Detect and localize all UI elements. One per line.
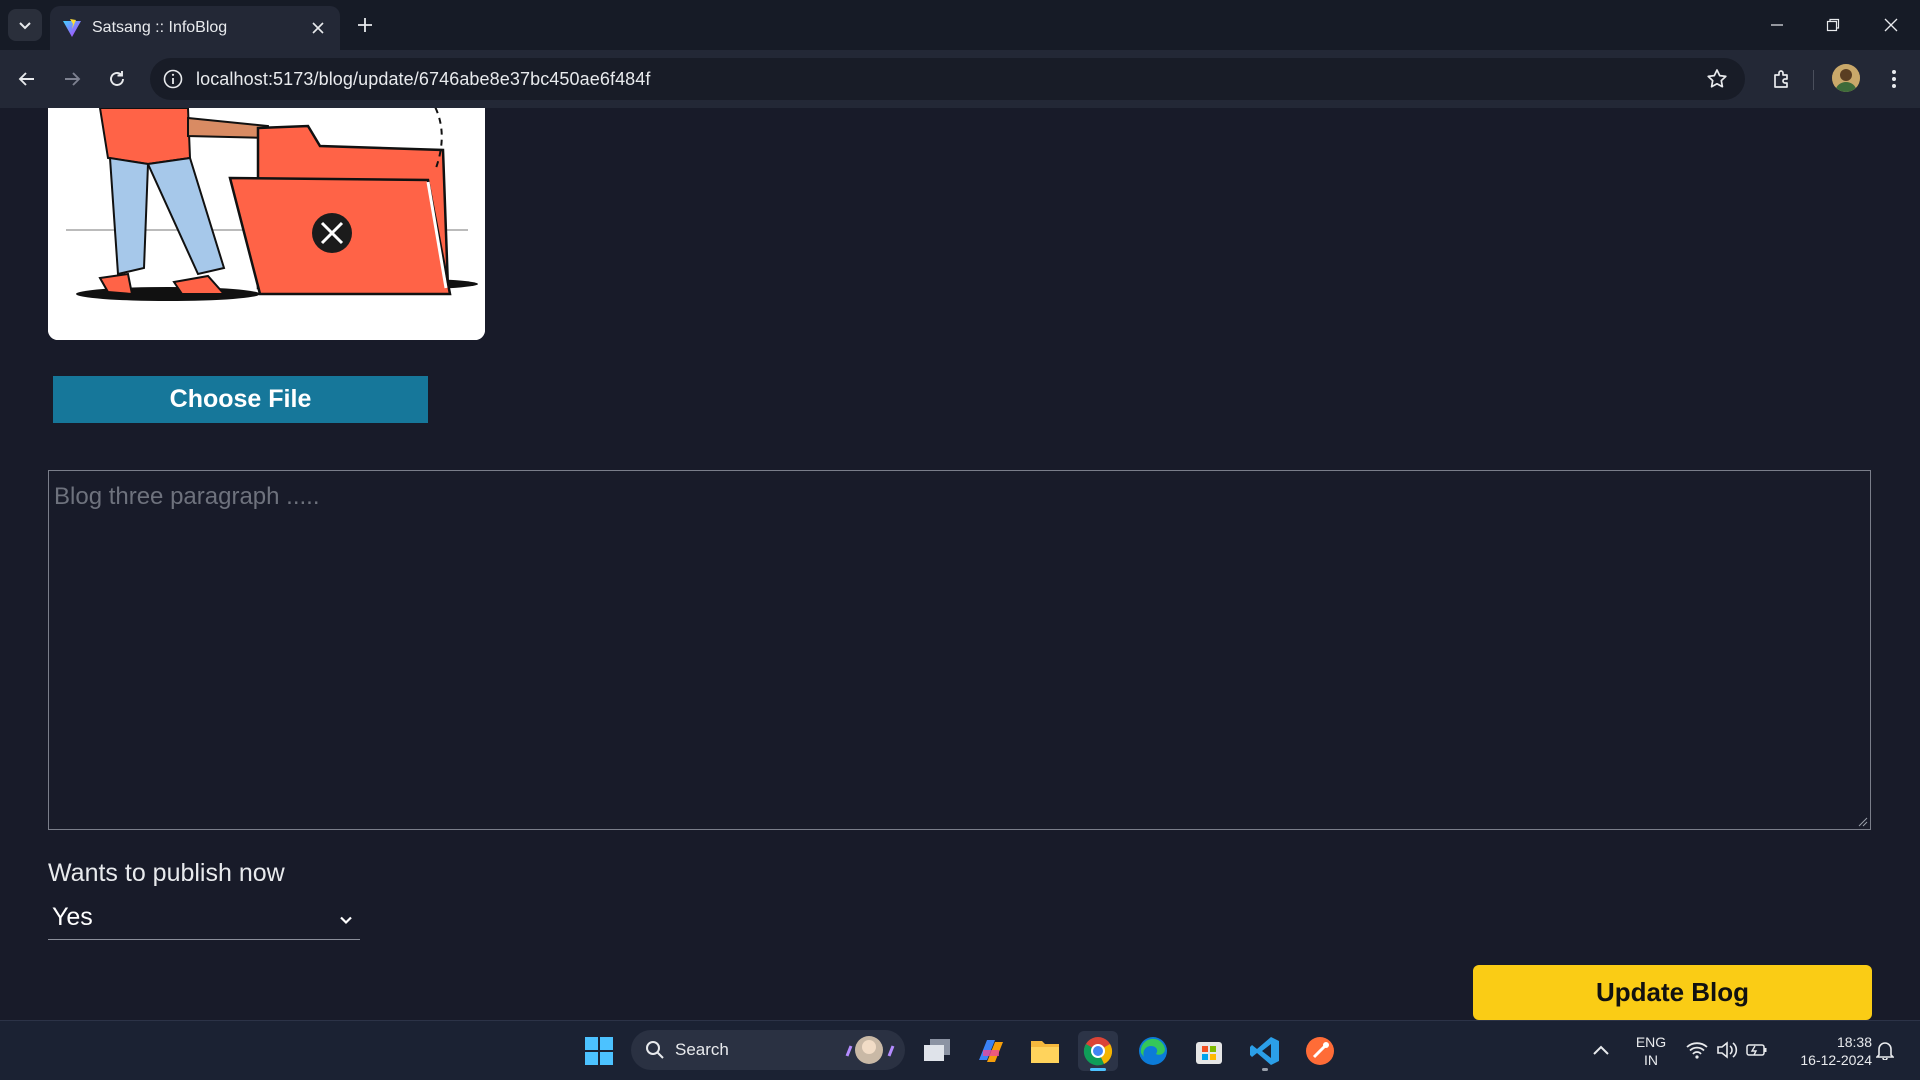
vscode-icon	[1250, 1037, 1279, 1065]
address-bar[interactable]: localhost:5173/blog/update/6746abe8e37bc…	[150, 58, 1745, 100]
edge-button[interactable]	[1133, 1031, 1173, 1071]
new-tab-button[interactable]	[352, 12, 378, 38]
resize-grip-icon[interactable]	[1858, 817, 1868, 827]
postman-icon	[1306, 1037, 1334, 1065]
restore-button[interactable]	[1818, 10, 1848, 40]
chrome-taskbar-button[interactable]	[1078, 1031, 1118, 1071]
site-info-icon[interactable]	[162, 68, 184, 90]
notification-bell-icon[interactable]	[1876, 1040, 1894, 1060]
microsoft-store-button[interactable]	[1189, 1031, 1229, 1071]
volume-icon[interactable]	[1716, 1041, 1738, 1059]
tab-close-button[interactable]	[306, 16, 330, 40]
search-highlight-icon	[845, 1036, 895, 1064]
language-line2: IN	[1644, 1052, 1658, 1068]
minimize-button[interactable]	[1762, 10, 1792, 40]
start-button[interactable]	[579, 1031, 619, 1071]
task-view-button[interactable]	[917, 1031, 957, 1071]
close-icon	[312, 22, 324, 34]
back-button[interactable]	[11, 63, 43, 95]
chevron-down-icon	[340, 916, 352, 925]
puzzle-icon	[1774, 70, 1788, 88]
folder-icon	[1031, 1041, 1059, 1063]
choose-file-button[interactable]: Choose File	[53, 376, 428, 423]
copilot-button[interactable]	[971, 1031, 1011, 1071]
file-explorer-button[interactable]	[1025, 1031, 1065, 1071]
publish-selected-value: Yes	[52, 903, 93, 931]
update-blog-button[interactable]: Update Blog	[1473, 965, 1872, 1020]
toolbar-divider	[1813, 70, 1814, 90]
arrow-right-icon	[65, 72, 81, 86]
textarea-placeholder: Blog three paragraph .....	[54, 483, 320, 510]
tab-strip: Satsang :: InfoBlog	[0, 0, 1920, 50]
extensions-button[interactable]	[1766, 63, 1798, 95]
vite-favicon-icon	[63, 19, 81, 37]
browser-toolbar: localhost:5173/blog/update/6746abe8e37bc…	[0, 50, 1920, 108]
more-vertical-icon	[1892, 70, 1896, 88]
empty-folder-illustration	[48, 108, 485, 340]
copilot-icon	[979, 1040, 1003, 1062]
language-line1: ENG	[1635, 1034, 1667, 1050]
edge-icon	[1139, 1037, 1167, 1065]
publish-now-label: Wants to publish now	[48, 859, 285, 887]
search-icon	[646, 1041, 664, 1059]
taskbar-search[interactable]: Search	[631, 1030, 905, 1070]
vscode-button[interactable]	[1245, 1031, 1285, 1071]
battery-icon[interactable]	[1746, 1042, 1768, 1058]
plus-icon	[358, 18, 372, 32]
tab-title: Satsang :: InfoBlog	[92, 19, 228, 36]
language-indicator[interactable]: ENG IN	[1630, 1033, 1672, 1069]
clock-date: 16-12-2024	[1800, 1052, 1872, 1068]
store-icon	[1196, 1042, 1222, 1064]
browser-tab[interactable]: Satsang :: InfoBlog	[50, 6, 340, 50]
running-indicator	[1262, 1068, 1268, 1071]
forward-button[interactable]	[56, 63, 88, 95]
browser-menu-button[interactable]	[1880, 63, 1908, 95]
chrome-icon	[1083, 1037, 1113, 1066]
postman-button[interactable]	[1300, 1031, 1340, 1071]
clock-time: 18:38	[1836, 1034, 1872, 1050]
windows-taskbar: Search ENG IN 18:38 16-12-2024	[0, 1020, 1920, 1080]
active-indicator	[1090, 1068, 1106, 1071]
chevron-down-icon	[19, 22, 31, 30]
restore-icon	[1826, 18, 1840, 32]
windows-logo-icon	[585, 1037, 613, 1065]
avatar	[1832, 64, 1860, 92]
arrow-left-icon	[18, 72, 34, 86]
blog-image-preview	[48, 108, 485, 340]
publish-now-select[interactable]: Yes	[48, 898, 360, 940]
clock[interactable]: 18:38 16-12-2024	[1780, 1033, 1872, 1069]
task-view-icon	[924, 1039, 950, 1061]
minimize-icon	[1771, 24, 1783, 26]
tab-search-button[interactable]	[8, 9, 42, 41]
url-text[interactable]: localhost:5173/blog/update/6746abe8e37bc…	[196, 69, 651, 90]
profile-avatar[interactable]	[1832, 64, 1860, 92]
page-viewport: Choose File Blog three paragraph ..... W…	[0, 108, 1920, 1020]
bookmark-star-icon[interactable]	[1705, 67, 1729, 91]
reload-icon	[110, 71, 124, 86]
wifi-icon[interactable]	[1686, 1041, 1708, 1059]
close-icon	[1884, 18, 1898, 32]
blog-paragraph-textarea[interactable]: Blog three paragraph .....	[48, 470, 1871, 830]
close-window-button[interactable]	[1876, 10, 1906, 40]
chevron-up-icon[interactable]	[1592, 1043, 1610, 1057]
search-label: Search	[675, 1040, 729, 1059]
reload-button[interactable]	[101, 63, 133, 95]
